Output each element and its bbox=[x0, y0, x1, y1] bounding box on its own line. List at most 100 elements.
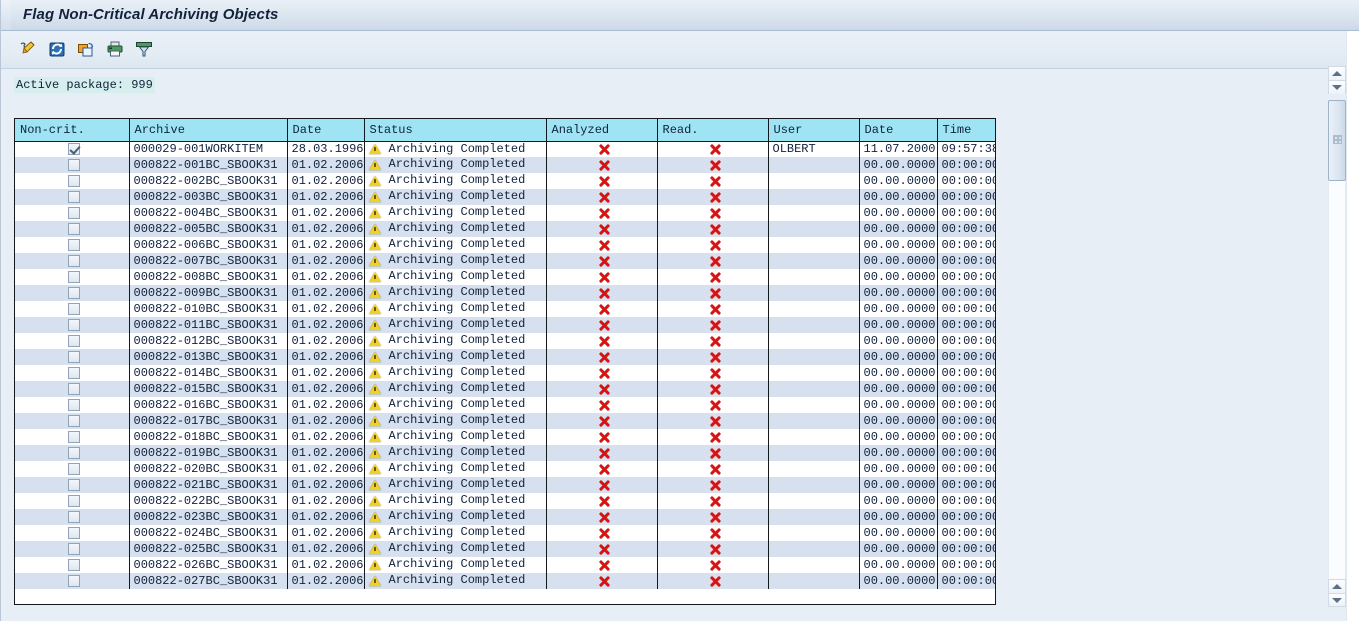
noncrit-checkbox[interactable] bbox=[67, 206, 80, 219]
cell-noncrit[interactable] bbox=[15, 157, 130, 174]
column-header-read[interactable]: Read. bbox=[657, 119, 769, 142]
table-row[interactable]: 000822-001BC_SBOOK31 01.02.2006 Archiving … bbox=[15, 157, 995, 174]
table-row[interactable]: 000822-004BC_SBOOK31 01.02.2006 Archiving … bbox=[15, 205, 995, 222]
copy-icon[interactable] bbox=[75, 37, 97, 61]
cell-noncrit[interactable] bbox=[15, 237, 130, 254]
cell-noncrit[interactable] bbox=[15, 509, 130, 526]
noncrit-checkbox[interactable] bbox=[67, 574, 80, 587]
cell-noncrit[interactable] bbox=[15, 493, 130, 510]
vertical-scrollbar-top[interactable] bbox=[1328, 66, 1346, 181]
vertical-scrollbar-bottom[interactable] bbox=[1328, 579, 1346, 609]
noncrit-checkbox[interactable] bbox=[67, 302, 80, 315]
cell-noncrit[interactable] bbox=[15, 397, 130, 414]
noncrit-checkbox[interactable] bbox=[67, 430, 80, 443]
table-row[interactable]: 000822-015BC_SBOOK31 01.02.2006 Archiving … bbox=[15, 381, 995, 398]
table-row[interactable]: 000822-018BC_SBOOK31 01.02.2006 Archiving … bbox=[15, 429, 995, 446]
noncrit-checkbox[interactable] bbox=[67, 222, 80, 235]
cell-noncrit[interactable] bbox=[15, 461, 130, 478]
noncrit-checkbox[interactable] bbox=[67, 446, 80, 459]
cell-noncrit[interactable] bbox=[15, 221, 130, 238]
noncrit-checkbox[interactable] bbox=[67, 366, 80, 379]
cell-noncrit[interactable] bbox=[15, 317, 130, 334]
table-row[interactable]: 000822-002BC_SBOOK31 01.02.2006 Archiving … bbox=[15, 173, 995, 190]
column-header-user[interactable]: User bbox=[768, 119, 860, 142]
noncrit-checkbox[interactable] bbox=[67, 494, 80, 507]
table-row[interactable]: 000029-001WORKITEM 28.03.1996 Archiving Co… bbox=[15, 141, 995, 158]
noncrit-checkbox[interactable] bbox=[67, 254, 80, 267]
table-row[interactable]: 000822-021BC_SBOOK31 01.02.2006 Archiving … bbox=[15, 477, 995, 494]
table-row[interactable]: 000822-012BC_SBOOK31 01.02.2006 Archiving … bbox=[15, 333, 995, 350]
table-row[interactable]: 000822-026BC_SBOOK31 01.02.2006 Archiving … bbox=[15, 557, 995, 574]
cell-noncrit[interactable] bbox=[15, 477, 130, 494]
table-row[interactable]: 000822-024BC_SBOOK31 01.02.2006 Archiving … bbox=[15, 525, 995, 542]
scroll-down-button[interactable] bbox=[1328, 80, 1346, 94]
table-row[interactable]: 000822-010BC_SBOOK31 01.02.2006 Archiving … bbox=[15, 301, 995, 318]
table-row[interactable]: 000822-009BC_SBOOK31 01.02.2006 Archiving … bbox=[15, 285, 995, 302]
column-header-status[interactable]: Status bbox=[364, 119, 547, 142]
cell-noncrit[interactable] bbox=[15, 413, 130, 430]
noncrit-checkbox[interactable] bbox=[67, 174, 80, 187]
vertical-scrollbar-track[interactable] bbox=[1328, 181, 1346, 579]
scroll-up-button[interactable] bbox=[1328, 66, 1346, 80]
cell-noncrit[interactable] bbox=[15, 205, 130, 222]
noncrit-checkbox[interactable] bbox=[67, 510, 80, 523]
noncrit-checkbox[interactable] bbox=[67, 558, 80, 571]
cell-noncrit[interactable] bbox=[15, 189, 130, 206]
noncrit-checkbox[interactable] bbox=[67, 382, 80, 395]
edit-pencil-icon[interactable] bbox=[17, 37, 39, 61]
table-row[interactable]: 000822-020BC_SBOOK31 01.02.2006 Archiving … bbox=[15, 461, 995, 478]
scrollbar-thumb[interactable] bbox=[1328, 100, 1346, 181]
cell-noncrit[interactable] bbox=[15, 541, 130, 558]
table-row[interactable]: 000822-011BC_SBOOK31 01.02.2006 Archiving … bbox=[15, 317, 995, 334]
cell-noncrit[interactable] bbox=[15, 285, 130, 302]
noncrit-checkbox[interactable] bbox=[67, 414, 80, 427]
cell-noncrit[interactable] bbox=[15, 301, 130, 318]
table-row[interactable]: 000822-007BC_SBOOK31 01.02.2006 Archiving … bbox=[15, 253, 995, 270]
noncrit-checkbox[interactable] bbox=[67, 158, 80, 171]
cell-noncrit[interactable] bbox=[15, 141, 130, 158]
table-row[interactable]: 000822-017BC_SBOOK31 01.02.2006 Archiving … bbox=[15, 413, 995, 430]
noncrit-checkbox[interactable] bbox=[67, 398, 80, 411]
noncrit-checkbox[interactable] bbox=[67, 270, 80, 283]
table-row[interactable]: 000822-025BC_SBOOK31 01.02.2006 Archiving … bbox=[15, 541, 995, 558]
noncrit-checkbox[interactable] bbox=[67, 350, 80, 363]
table-row[interactable]: 000822-003BC_SBOOK31 01.02.2006 Archiving … bbox=[15, 189, 995, 206]
noncrit-checkbox[interactable] bbox=[67, 542, 80, 555]
column-header-analyzed[interactable]: Analyzed bbox=[546, 119, 658, 142]
column-header-noncrit[interactable]: Non-crit. bbox=[15, 119, 130, 142]
noncrit-checkbox[interactable] bbox=[67, 526, 80, 539]
noncrit-checkbox[interactable] bbox=[67, 142, 80, 155]
noncrit-checkbox[interactable] bbox=[67, 190, 80, 203]
cell-noncrit[interactable] bbox=[15, 269, 130, 286]
cell-noncrit[interactable] bbox=[15, 445, 130, 462]
refresh-icon[interactable] bbox=[46, 37, 68, 61]
cell-noncrit[interactable] bbox=[15, 365, 130, 382]
table-row[interactable]: 000822-014BC_SBOOK31 01.02.2006 Archiving … bbox=[15, 365, 995, 382]
scroll-page-up-button[interactable] bbox=[1328, 579, 1346, 593]
noncrit-checkbox[interactable] bbox=[67, 318, 80, 331]
table-row[interactable]: 000822-027BC_SBOOK31 01.02.2006 Archiving … bbox=[15, 573, 995, 590]
table-row[interactable]: 000822-016BC_SBOOK31 01.02.2006 Archiving … bbox=[15, 397, 995, 414]
noncrit-checkbox[interactable] bbox=[67, 478, 80, 491]
cell-noncrit[interactable] bbox=[15, 573, 130, 590]
cell-noncrit[interactable] bbox=[15, 173, 130, 190]
cell-noncrit[interactable] bbox=[15, 333, 130, 350]
table-row[interactable]: 000822-019BC_SBOOK31 01.02.2006 Archiving … bbox=[15, 445, 995, 462]
table-row[interactable]: 000822-022BC_SBOOK31 01.02.2006 Archiving … bbox=[15, 493, 995, 510]
cell-noncrit[interactable] bbox=[15, 429, 130, 446]
cell-noncrit[interactable] bbox=[15, 525, 130, 542]
noncrit-checkbox[interactable] bbox=[67, 238, 80, 251]
cell-noncrit[interactable] bbox=[15, 349, 130, 366]
table-row[interactable]: 000822-023BC_SBOOK31 01.02.2006 Archiving … bbox=[15, 509, 995, 526]
column-header-date2[interactable]: Date bbox=[859, 119, 938, 142]
filter-icon[interactable] bbox=[133, 37, 155, 61]
scroll-page-down-button[interactable] bbox=[1328, 593, 1346, 607]
noncrit-checkbox[interactable] bbox=[67, 334, 80, 347]
cell-noncrit[interactable] bbox=[15, 381, 130, 398]
noncrit-checkbox[interactable] bbox=[67, 286, 80, 299]
cell-noncrit[interactable] bbox=[15, 253, 130, 270]
noncrit-checkbox[interactable] bbox=[67, 462, 80, 475]
column-header-archive[interactable]: Archive bbox=[129, 119, 288, 142]
table-row[interactable]: 000822-005BC_SBOOK31 01.02.2006 Archiving … bbox=[15, 221, 995, 238]
print-icon[interactable] bbox=[104, 37, 126, 61]
